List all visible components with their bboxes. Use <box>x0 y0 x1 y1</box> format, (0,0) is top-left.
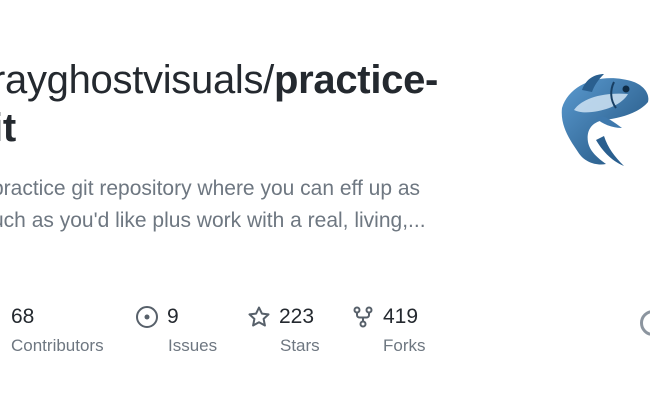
stat-contributors[interactable]: 68 Contributors <box>11 300 104 356</box>
repo-name-continued[interactable]: it <box>0 106 16 150</box>
fish-logo-icon <box>561 74 649 166</box>
issues-count: 9 <box>167 305 179 328</box>
repo-social-card: rayghostvisuals/practice- it practice gi… <box>0 0 650 400</box>
stat-issues[interactable]: 9 Issues <box>135 300 217 356</box>
stat-forks[interactable]: 419 Forks <box>351 300 426 356</box>
star-icon <box>248 306 270 327</box>
repo-title[interactable]: rayghostvisuals/practice- it <box>0 56 512 152</box>
repo-stats: 68 Contributors 9 Issues 223 Stars 419 F… <box>0 300 650 370</box>
forks-label: Forks <box>383 336 426 355</box>
description-line-1: practice git repository where you can ef… <box>0 177 421 200</box>
stars-count: 223 <box>279 305 315 328</box>
contributors-count: 68 <box>11 305 35 328</box>
issues-label: Issues <box>168 336 218 355</box>
repo-name[interactable]: practice- <box>274 58 438 102</box>
contributors-label: Contributors <box>11 336 104 355</box>
description-line-2: uch as you'd like plus work with a real,… <box>0 209 426 232</box>
repo-owner[interactable]: rayghostvisuals/ <box>0 58 274 102</box>
stat-stars[interactable]: 223 Stars <box>247 300 320 356</box>
repo-forked-icon <box>353 306 373 328</box>
issue-opened-icon <box>136 306 158 328</box>
forks-count: 419 <box>383 305 419 328</box>
repo-description: practice git repository where you can ef… <box>0 173 462 237</box>
stars-label: Stars <box>280 336 320 355</box>
